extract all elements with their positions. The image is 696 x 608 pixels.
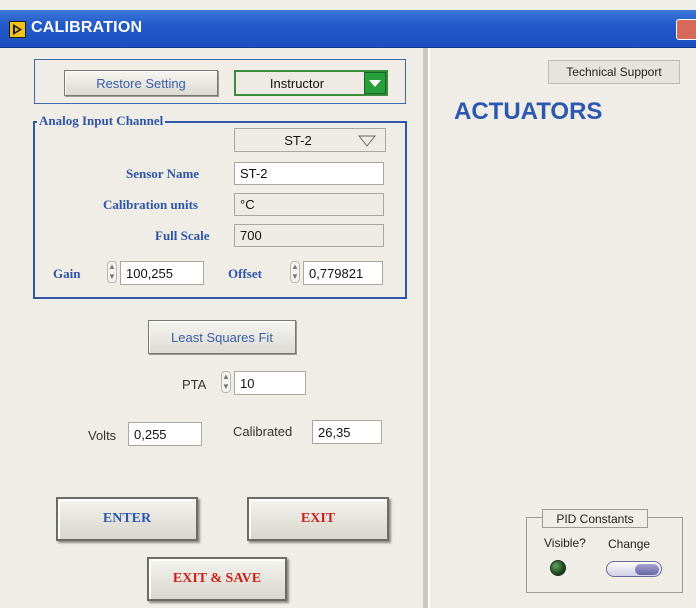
full-scale-label: Full Scale — [155, 228, 210, 243]
change-toggle-switch[interactable] — [606, 561, 662, 577]
calibrated-label: Calibrated — [233, 424, 293, 439]
pid-constants-title: PID Constants — [542, 509, 648, 528]
exit-button[interactable]: EXIT — [247, 497, 389, 541]
change-label: Change — [608, 537, 651, 551]
volts-label: Volts — [88, 428, 117, 443]
calibrated-field: 26,35 — [312, 420, 382, 444]
offset-field[interactable]: 0,779821 — [303, 261, 383, 285]
analog-group-title: Analog Input Channel — [37, 113, 166, 129]
volts-field: 0,255 — [128, 422, 202, 446]
close-button[interactable] — [676, 19, 696, 40]
channel-chevron-icon[interactable] — [357, 134, 377, 152]
role-dropdown-arrow-icon[interactable] — [364, 72, 386, 94]
title-bar: CALIBRATION — [0, 10, 696, 48]
app-icon — [9, 21, 26, 38]
window-title: CALIBRATION — [31, 19, 143, 36]
offset-spinner-icon[interactable]: ▲ ▼ — [290, 261, 300, 283]
sensor-name-field[interactable]: ST-2 — [234, 162, 384, 185]
technical-support-button[interactable]: Technical Support — [548, 60, 680, 84]
least-squares-fit-button[interactable]: Least Squares Fit — [148, 320, 296, 354]
gain-label: Gain — [53, 266, 81, 281]
calibration-units-label: Calibration units — [103, 197, 198, 212]
enter-button[interactable]: ENTER — [56, 497, 198, 541]
gain-spinner-icon[interactable]: ▲ ▼ — [107, 261, 117, 283]
channel-value: ST-2 — [284, 132, 312, 148]
visible-led-indicator — [550, 560, 566, 576]
pid-constants-group — [526, 517, 683, 593]
calibration-units-field: °C — [234, 193, 384, 216]
role-value: Instructor — [269, 75, 325, 91]
toggle-knob — [635, 564, 659, 575]
visible-label: Visible? — [544, 536, 586, 550]
pta-label: PTA — [182, 377, 207, 392]
offset-label: Offset — [228, 266, 262, 281]
full-scale-field: 700 — [234, 224, 384, 247]
pta-field[interactable]: 10 — [234, 371, 306, 395]
sensor-name-label: Sensor Name — [126, 166, 200, 181]
restore-setting-button[interactable]: Restore Setting — [64, 70, 218, 96]
gain-field[interactable]: 100,255 — [120, 261, 204, 285]
pta-spinner-icon[interactable]: ▲ ▼ — [221, 371, 231, 393]
actuators-heading: ACTUATORS — [454, 98, 603, 125]
exit-and-save-button[interactable]: EXIT & SAVE — [147, 557, 287, 601]
